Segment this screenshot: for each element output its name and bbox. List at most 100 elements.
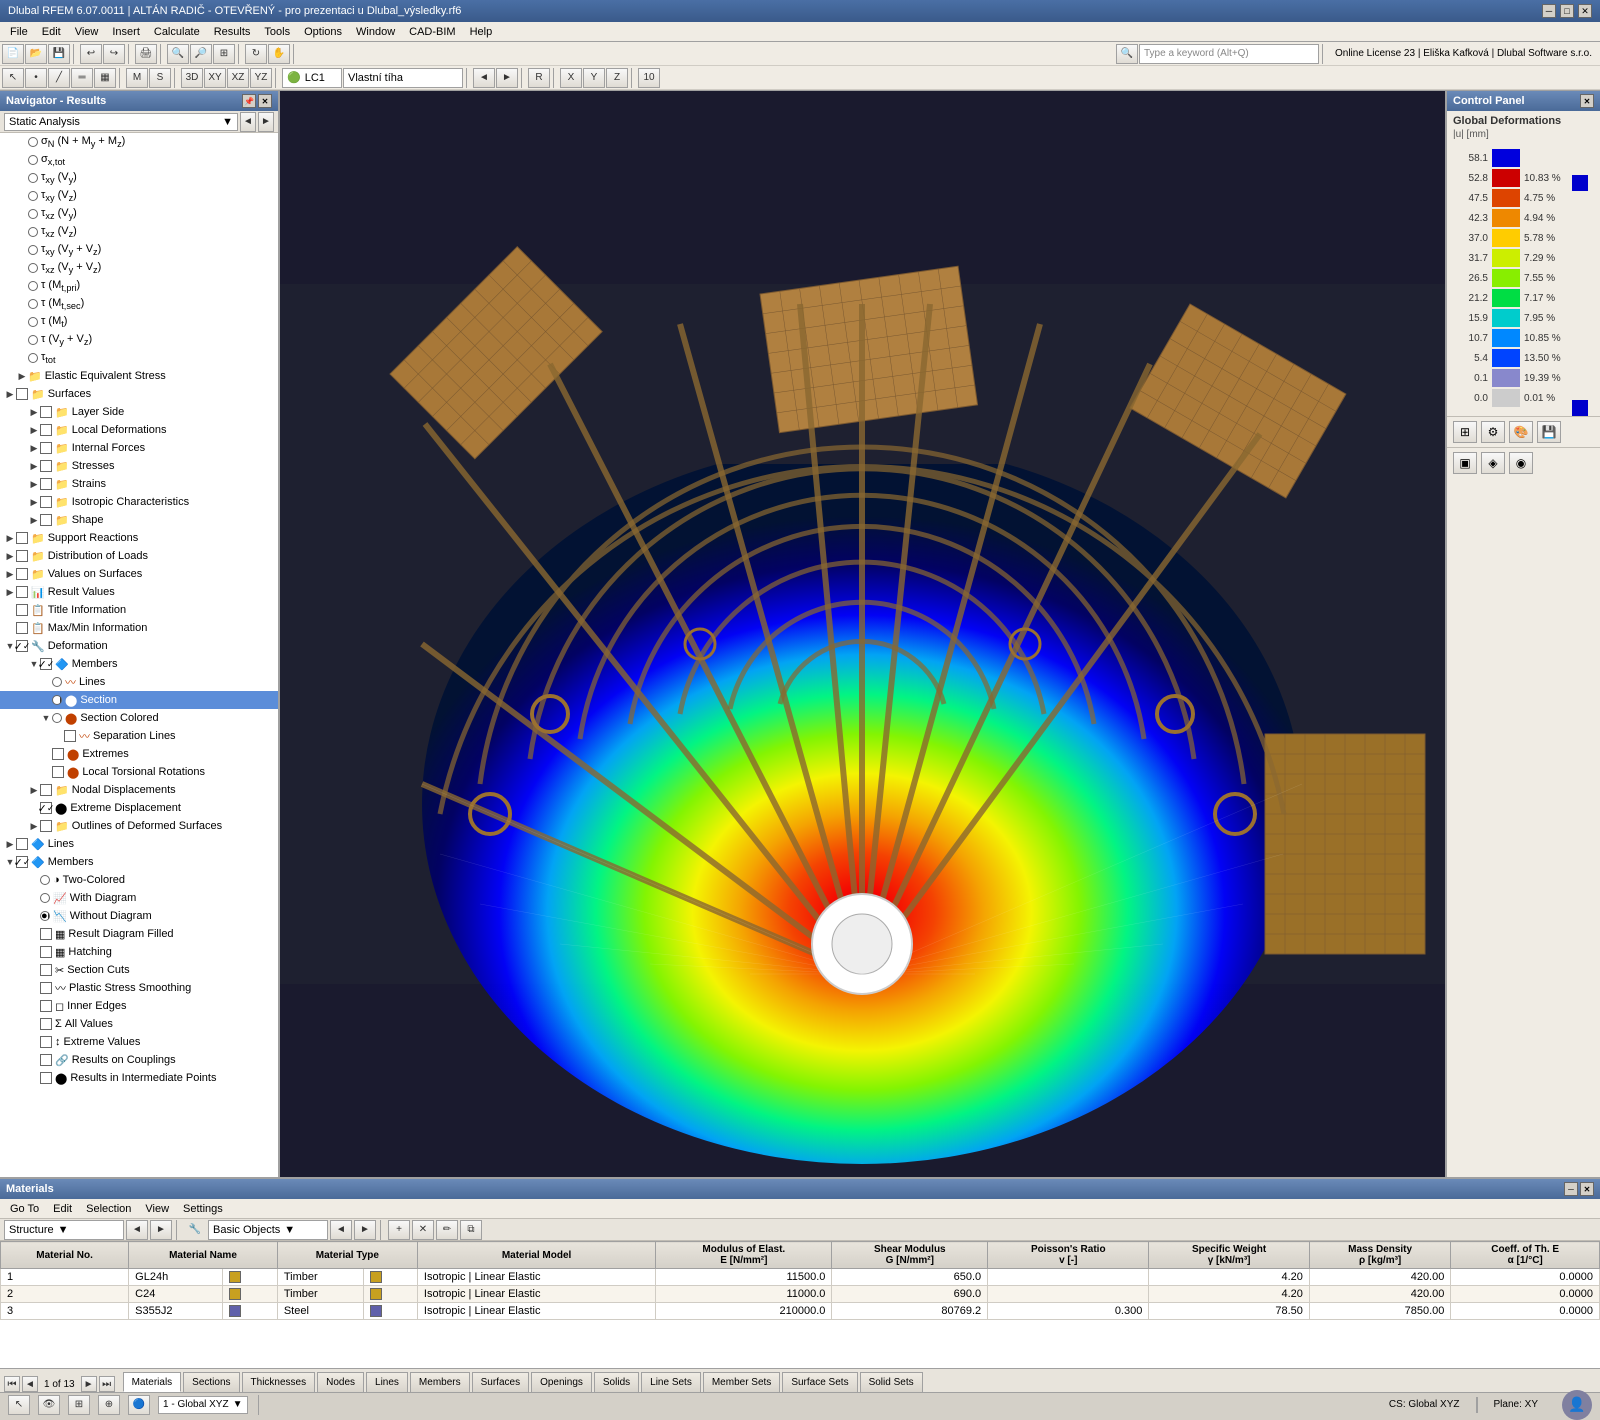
check-result-val[interactable]: [16, 586, 28, 598]
tree-deformation-group[interactable]: ▼ ✓ 🔧 Deformation: [0, 637, 278, 655]
check-intermediate[interactable]: [40, 1072, 52, 1084]
view-xy[interactable]: XY: [204, 68, 226, 88]
check-inner-edges[interactable]: [40, 1000, 52, 1012]
mat-settings[interactable]: Settings: [177, 1202, 229, 1216]
cp-settings-btn[interactable]: ⚙: [1481, 421, 1505, 443]
check-internal[interactable]: [40, 442, 52, 454]
tree-plastic-stress[interactable]: 〰 Plastic Stress Smoothing: [0, 979, 278, 997]
surface-button[interactable]: ▦: [94, 68, 116, 88]
tree-two-colored[interactable]: ◑ Two-Colored: [0, 871, 278, 889]
check-all-values[interactable]: [40, 1018, 52, 1030]
open-button[interactable]: 📂: [25, 44, 47, 64]
nav-pin-button[interactable]: 📌: [242, 94, 256, 108]
tree-tau-tot[interactable]: τtot: [0, 349, 278, 367]
blue-top-button[interactable]: [1572, 175, 1588, 191]
tree-nodal-displ[interactable]: ▶ 📁 Nodal Displacements: [0, 781, 278, 799]
status-pointer[interactable]: ↖: [8, 1395, 30, 1415]
tree-result-filled[interactable]: ▦ Result Diagram Filled: [0, 925, 278, 943]
prev-btn[interactable]: ◄: [473, 68, 495, 88]
menu-insert[interactable]: Insert: [106, 25, 146, 39]
struct-nav-next[interactable]: ►: [150, 1220, 172, 1240]
bo-nav-next[interactable]: ►: [354, 1220, 376, 1240]
tree-tau-xy-vyvz[interactable]: τxy (Vy + Vz): [0, 241, 278, 259]
check-outlines[interactable]: [40, 820, 52, 832]
check-lines-group[interactable]: [16, 838, 28, 850]
tree-hatching[interactable]: ▦ Hatching: [0, 943, 278, 961]
radio-tau-xy-vyvz[interactable]: [28, 245, 38, 255]
radio-tau-mt-sec[interactable]: [28, 299, 38, 309]
radio-lines[interactable]: [52, 677, 62, 687]
tree-without-diagram[interactable]: ● 📉 Without Diagram: [0, 907, 278, 925]
radio-tau-mt-pri[interactable]: [28, 281, 38, 291]
tree-section-item[interactable]: ● ⬤ Section: [0, 691, 278, 709]
tree-result-values[interactable]: ▶ 📊 Result Values: [0, 583, 278, 601]
check-layer[interactable]: [40, 406, 52, 418]
tree-support-react[interactable]: ▶ 📁 Support Reactions: [0, 529, 278, 547]
table-row[interactable]: 1 GL24h Timber Isotropic | Linear Elasti…: [1, 1269, 1600, 1286]
tree-results-intermediate[interactable]: ⬤ Results in Intermediate Points: [0, 1069, 278, 1087]
status-snap[interactable]: ⊕: [98, 1395, 120, 1415]
check-members-group[interactable]: ✓: [16, 856, 28, 868]
table-row[interactable]: 3 S355J2 Steel Isotropic | Linear Elasti…: [1, 1303, 1600, 1320]
tab-members[interactable]: Members: [410, 1372, 470, 1392]
tree-tau-mt-sec[interactable]: τ (Mt,sec): [0, 295, 278, 313]
mat-goto[interactable]: Go To: [4, 1202, 45, 1216]
menu-options[interactable]: Options: [298, 25, 348, 39]
check-values-surf[interactable]: [16, 568, 28, 580]
tree-tau-xz-vy[interactable]: τxz (Vy): [0, 205, 278, 223]
radio-section-colored[interactable]: [52, 713, 62, 723]
prev-page[interactable]: ◄: [22, 1376, 38, 1392]
status-eye[interactable]: 👁: [38, 1395, 60, 1415]
view-xz[interactable]: XZ: [227, 68, 249, 88]
tree-tau-xz-vyvz[interactable]: τxz (Vy + Vz): [0, 259, 278, 277]
tree-dist-loads[interactable]: ▶ 📁 Distribution of Loads: [0, 547, 278, 565]
tab-member-sets[interactable]: Member Sets: [703, 1372, 780, 1392]
tree-stresses[interactable]: ▶ 📁 Stresses: [0, 457, 278, 475]
view-yz[interactable]: YZ: [250, 68, 272, 88]
new-button[interactable]: 📄: [2, 44, 24, 64]
structure-dropdown[interactable]: Structure ▼: [4, 1220, 124, 1240]
redo-button[interactable]: ↪: [103, 44, 125, 64]
check-nodal[interactable]: [40, 784, 52, 796]
tree-lines-group[interactable]: ▶ 🔷 Lines: [0, 835, 278, 853]
mat-edit[interactable]: Edit: [47, 1202, 78, 1216]
radio-tau-tot[interactable]: [28, 353, 38, 363]
loadname-dropdown[interactable]: Vlastní tíha: [343, 68, 463, 88]
check-dist[interactable]: [16, 550, 28, 562]
cp-view-3[interactable]: ◉: [1509, 452, 1533, 474]
radio-tau-xz-vz[interactable]: [28, 227, 38, 237]
check-local-def[interactable]: [40, 424, 52, 436]
radio-tau-xz-vyvz[interactable]: [28, 263, 38, 273]
view-3d[interactable]: 3D: [181, 68, 203, 88]
last-page[interactable]: ⏭: [99, 1376, 115, 1392]
check-plastic[interactable]: [40, 982, 52, 994]
tree-with-diagram[interactable]: 📈 With Diagram: [0, 889, 278, 907]
radio-without-diagram[interactable]: ●: [40, 911, 50, 921]
menu-cadbim[interactable]: CAD-BIM: [403, 25, 461, 39]
check-strains[interactable]: [40, 478, 52, 490]
menu-calculate[interactable]: Calculate: [148, 25, 206, 39]
menu-window[interactable]: Window: [350, 25, 401, 39]
tree-local-torsional[interactable]: ⬤ Local Torsional Rotations: [0, 763, 278, 781]
check-sep-lines[interactable]: [64, 730, 76, 742]
minimize-button[interactable]: ─: [1542, 4, 1556, 18]
copy-btn[interactable]: ⧉: [460, 1220, 482, 1240]
edit-btn[interactable]: ✏: [436, 1220, 458, 1240]
tree-sep-lines[interactable]: 〰 Separation Lines: [0, 727, 278, 745]
node-button[interactable]: •: [25, 68, 47, 88]
nav-close-button[interactable]: ✕: [258, 94, 272, 108]
tree-local-def[interactable]: ▶ 📁 Local Deformations: [0, 421, 278, 439]
tab-line-sets[interactable]: Line Sets: [641, 1372, 701, 1392]
search-box[interactable]: Type a keyword (Alt+Q): [1139, 44, 1319, 64]
radio-tau-xz-vy[interactable]: [28, 209, 38, 219]
tree-results-couplings[interactable]: 🔗 Results on Couplings: [0, 1051, 278, 1069]
next-btn[interactable]: ►: [496, 68, 518, 88]
menu-help[interactable]: Help: [464, 25, 499, 39]
tree-extreme-values[interactable]: ↕ Extreme Values: [0, 1033, 278, 1051]
radio-with-diagram[interactable]: [40, 893, 50, 903]
check-stresses[interactable]: [40, 460, 52, 472]
check-deformation[interactable]: ✓: [16, 640, 28, 652]
radio-sigma-tot[interactable]: [28, 155, 38, 165]
tree-surfaces-group[interactable]: ▶ 📁 Surfaces: [0, 385, 278, 403]
radio-tau-vyvz[interactable]: [28, 335, 38, 345]
